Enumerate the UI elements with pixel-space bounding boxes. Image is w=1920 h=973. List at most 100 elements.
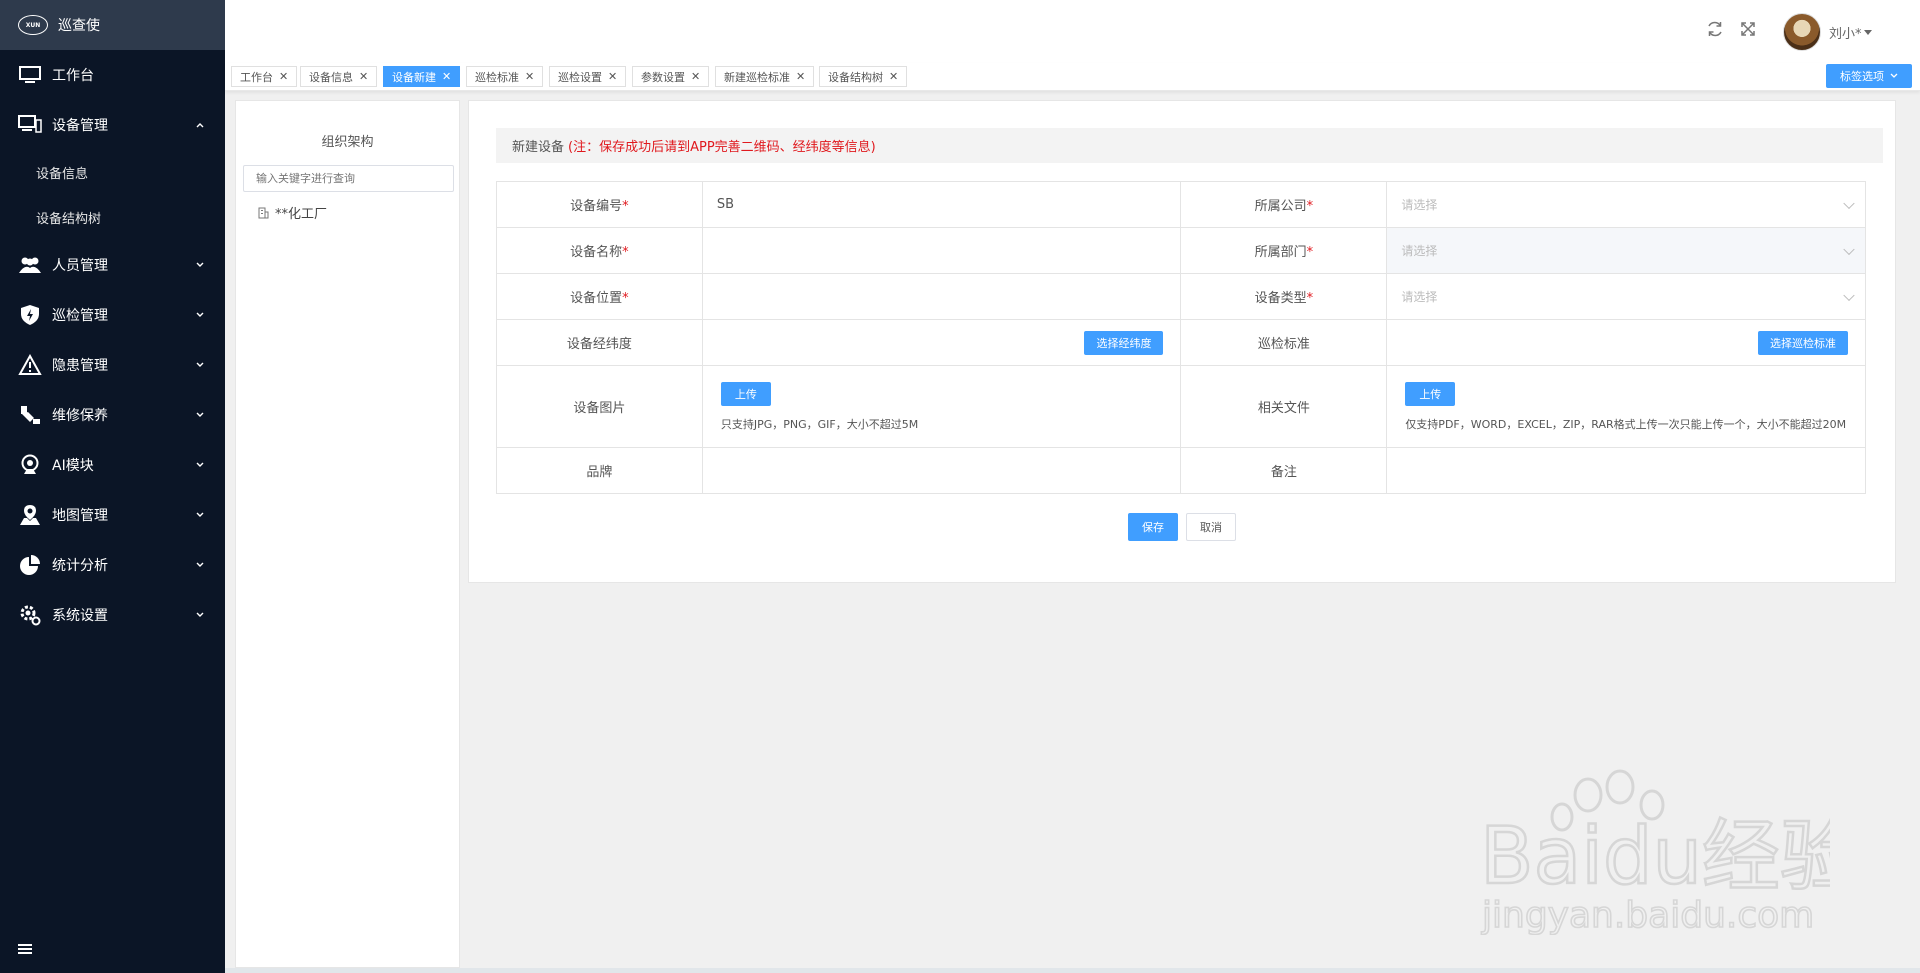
org-tree-node[interactable]: **化工厂 xyxy=(258,203,327,222)
sidebar-item-ai[interactable]: AI模块 xyxy=(0,440,225,490)
refresh-icon[interactable] xyxy=(1706,20,1724,38)
company-select[interactable]: 请选择 xyxy=(1386,181,1866,228)
chevron-down-icon xyxy=(196,562,204,567)
device-location-input[interactable] xyxy=(701,273,1182,320)
tab-parameter-settings[interactable]: 参数设置 ✕ xyxy=(632,66,710,87)
chevron-down-icon xyxy=(196,512,204,517)
form-actions: 保存 取消 xyxy=(469,513,1895,541)
close-icon[interactable]: ✕ xyxy=(796,71,805,82)
close-icon[interactable]: ✕ xyxy=(889,71,898,82)
files-upload-cell: 上传 仅支持PDF，WORD，EXCEL，ZIP，RAR格式上传一次只能上传一个… xyxy=(1386,365,1866,448)
chevron-down-icon xyxy=(196,262,204,267)
device-code-input[interactable]: SB xyxy=(701,181,1182,228)
fullscreen-icon[interactable] xyxy=(1739,20,1757,38)
sidebar-subitem-device-info[interactable]: 设备信息 xyxy=(0,150,225,195)
sidebar-item-label: 人员管理 xyxy=(52,258,108,274)
form-label: 相关文件 xyxy=(1180,365,1388,448)
files-upload-button[interactable]: 上传 xyxy=(1405,381,1456,406)
org-node-label: **化工厂 xyxy=(275,207,328,222)
remark-input[interactable] xyxy=(1386,447,1866,494)
tab-label: 工作台 xyxy=(240,70,273,84)
form-row: 设备编号* SB 所属公司* 请选择 xyxy=(496,181,1866,228)
tab-options-label: 标签选项 xyxy=(1840,70,1884,83)
select-coordinates-button[interactable]: 选择经纬度 xyxy=(1084,330,1164,355)
user-avatar[interactable] xyxy=(1783,13,1821,51)
image-upload-cell: 上传 只支持JPG，PNG，GIF，大小不超过5M xyxy=(701,365,1182,448)
sidebar-item-label: 工作台 xyxy=(52,68,94,84)
sidebar-item-workbench[interactable]: 工作台 xyxy=(0,50,225,100)
select-standard-button[interactable]: 选择巡检标准 xyxy=(1758,330,1848,355)
sidebar-item-inspection[interactable]: 巡检管理 xyxy=(0,290,225,340)
form-note: (注：保存成功后请到APP完善二维码、经纬度等信息) xyxy=(568,140,876,155)
brand-input[interactable] xyxy=(701,447,1182,494)
label-text: 设备位置 xyxy=(570,291,623,306)
chevron-down-icon xyxy=(196,312,204,317)
form-label: 所属公司* xyxy=(1180,181,1388,228)
maintenance-icon xyxy=(18,404,42,426)
sidebar-item-settings[interactable]: 系统设置 xyxy=(0,590,225,640)
close-icon[interactable]: ✕ xyxy=(608,71,617,82)
tab-device-tree[interactable]: 设备结构树 ✕ xyxy=(819,66,908,87)
tab-workbench[interactable]: 工作台 ✕ xyxy=(231,66,298,87)
brand-logo-icon: XUN xyxy=(18,15,48,35)
department-select[interactable]: 请选择 xyxy=(1386,227,1866,274)
form-label: 设备类型* xyxy=(1180,273,1388,320)
sidebar-item-label: 维修保养 xyxy=(52,408,108,424)
map-pin-icon xyxy=(18,504,42,526)
org-search-input[interactable] xyxy=(243,165,454,192)
watermark-line1: Baidu经验 xyxy=(1480,812,1830,902)
required-mark: * xyxy=(1306,199,1314,214)
sidebar-item-personnel[interactable]: 人员管理 xyxy=(0,240,225,290)
tab-inspection-settings[interactable]: 巡检设置 ✕ xyxy=(549,66,627,87)
gear-icon xyxy=(18,604,42,626)
bottom-scrollbar[interactable] xyxy=(225,968,1920,973)
cancel-button[interactable]: 取消 xyxy=(1186,513,1236,541)
save-button[interactable]: 保存 xyxy=(1128,513,1178,541)
chevron-down-icon xyxy=(1890,73,1898,78)
form-label: 设备名称* xyxy=(496,227,703,274)
sidebar-item-hazard[interactable]: 隐患管理 xyxy=(0,340,225,390)
image-upload-button[interactable]: 上传 xyxy=(720,381,771,406)
sidebar-subitem-device-tree[interactable]: 设备结构树 xyxy=(0,195,225,240)
caret-down-icon[interactable] xyxy=(1864,30,1872,35)
close-icon[interactable]: ✕ xyxy=(359,71,368,82)
tab-device-info[interactable]: 设备信息 ✕ xyxy=(300,66,378,87)
chevron-down-icon xyxy=(1843,289,1855,301)
tab-inspection-standard[interactable]: 巡检标准 ✕ xyxy=(466,66,544,87)
required-mark: * xyxy=(622,291,629,306)
close-icon[interactable]: ✕ xyxy=(525,71,534,82)
monitor-icon xyxy=(18,64,42,86)
company-placeholder: 请选择 xyxy=(1401,198,1438,212)
sidebar-item-maintenance[interactable]: 维修保养 xyxy=(0,390,225,440)
tab-label: 巡检设置 xyxy=(558,70,602,84)
pie-chart-icon xyxy=(18,554,42,576)
sidebar-item-label: 隐患管理 xyxy=(52,358,108,374)
close-icon[interactable]: ✕ xyxy=(279,71,288,82)
sidebar-item-device-management[interactable]: 设备管理 xyxy=(0,100,225,150)
device-name-input[interactable] xyxy=(701,227,1182,274)
device-type-select[interactable]: 请选择 xyxy=(1386,273,1866,320)
tab-label: 设备新建 xyxy=(392,70,436,84)
brand[interactable]: XUN 巡查使 xyxy=(0,0,225,50)
tab-new-inspection-standard[interactable]: 新建巡检标准 ✕ xyxy=(715,66,815,87)
sidebar-item-label: 地图管理 xyxy=(52,508,108,524)
close-icon[interactable]: ✕ xyxy=(442,71,451,82)
ai-camera-icon xyxy=(18,454,42,476)
building-icon xyxy=(258,207,269,218)
chevron-down-icon xyxy=(1843,243,1855,255)
type-placeholder: 请选择 xyxy=(1401,290,1438,304)
chevron-up-icon xyxy=(196,123,204,128)
tab-label: 参数设置 xyxy=(641,70,685,84)
menu-toggle-icon[interactable] xyxy=(18,943,32,955)
sidebar-item-map[interactable]: 地图管理 xyxy=(0,490,225,540)
tab-options-button[interactable]: 标签选项 xyxy=(1826,64,1912,88)
sidebar-item-label: AI模块 xyxy=(52,458,94,474)
sidebar-item-statistics[interactable]: 统计分析 xyxy=(0,540,225,590)
tab-device-new[interactable]: 设备新建 ✕ xyxy=(383,66,461,87)
device-code-value: SB xyxy=(716,197,734,212)
user-name[interactable]: 刘小* xyxy=(1829,23,1862,42)
close-icon[interactable]: ✕ xyxy=(691,71,700,82)
form-label: 设备编号* xyxy=(496,181,703,228)
form-label: 所属部门* xyxy=(1180,227,1388,274)
baidu-watermark: Baidu经验 jingyan.baidu.com xyxy=(1479,769,1830,935)
